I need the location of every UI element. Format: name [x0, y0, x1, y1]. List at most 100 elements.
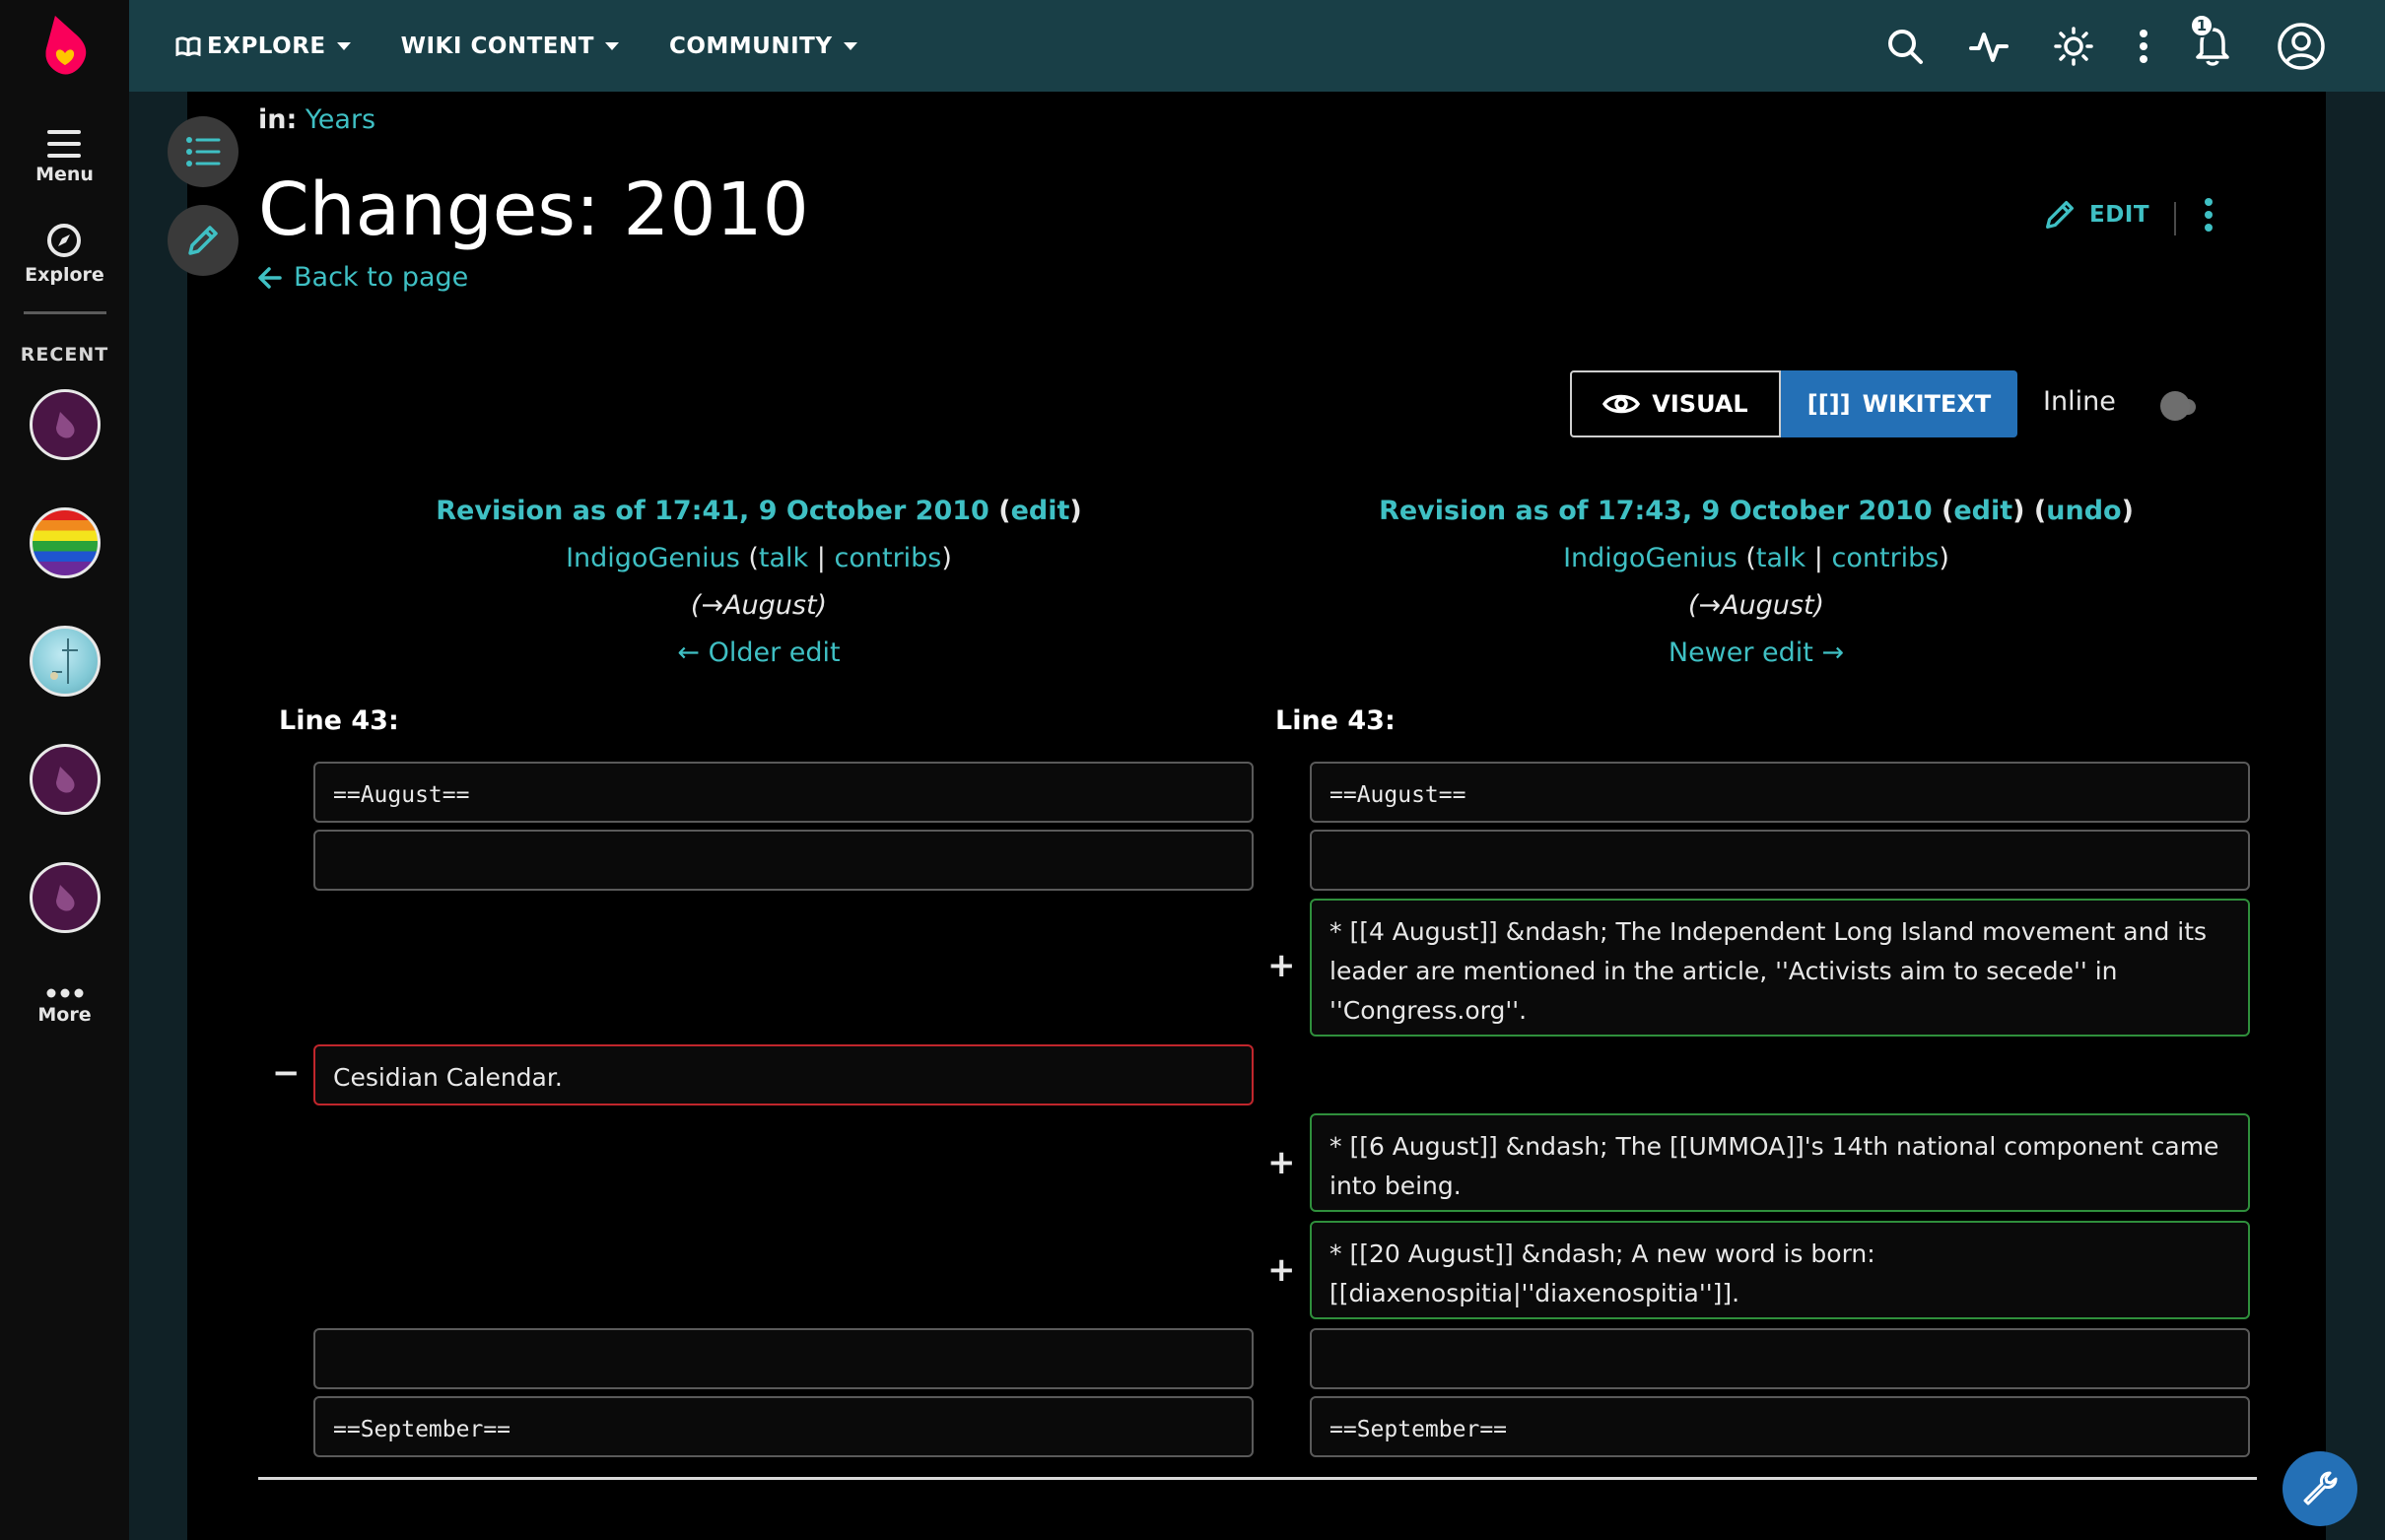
table-of-contents-button[interactable] [168, 116, 238, 187]
compass-icon [47, 224, 82, 257]
visual-mode-button[interactable]: VISUAL [1570, 370, 1781, 437]
new-revision-link[interactable]: Revision as of 17:43, 9 October 2010 [1379, 496, 1933, 526]
context-line-old: ==August== [313, 762, 1254, 823]
activity-icon [1969, 32, 2009, 62]
old-revision-header: Revision as of 17:41, 9 October 2010 (ed… [266, 488, 1252, 677]
new-revision-contribs-link[interactable]: contribs [1832, 543, 1940, 573]
pencil-icon [2046, 201, 2074, 229]
user-icon [2278, 22, 2325, 70]
old-revision-title-row: Revision as of 17:41, 9 October 2010 (ed… [436, 496, 1082, 526]
new-revision-edit-link[interactable]: edit [1953, 496, 2012, 526]
wikitext-mode-button[interactable]: [[]] WIKITEXT [1781, 370, 2017, 437]
wikitext-mode-label: WIKITEXT [1862, 390, 1992, 418]
caret-down-icon [843, 41, 857, 50]
activity-button[interactable] [1969, 29, 2009, 64]
nav-community-label: COMMUNITY [668, 33, 833, 59]
nav-explore[interactable]: EXPLORE [175, 33, 352, 59]
category-breadcrumb: in: Years [258, 104, 375, 135]
community-header: EXPLORE WIKI CONTENT COMMUNITY 1 [129, 0, 2385, 92]
back-to-page-label: Back to page [294, 262, 469, 293]
book-icon [175, 35, 201, 56]
added-line-marker: + [1267, 1143, 1296, 1182]
user-account-button[interactable] [2277, 22, 2326, 71]
explore-button[interactable]: Explore [25, 223, 104, 286]
old-revision-link[interactable]: Revision as of 17:41, 9 October 2010 [436, 496, 989, 526]
inline-toggle-switch[interactable] [2160, 391, 2198, 421]
wiki-avatar-icon [55, 412, 74, 438]
edit-page-float-button[interactable] [168, 205, 238, 276]
wiki-avatar-icon [49, 638, 78, 684]
wiki-avatar-icon [55, 767, 74, 793]
new-line-number: Line 43: [1275, 705, 1396, 736]
more-options-button[interactable] [2139, 29, 2148, 64]
header-actions: 1 [1841, 13, 2326, 71]
old-revision-user-link[interactable]: IndigoGenius [566, 543, 740, 573]
wiki-navigation: EXPLORE WIKI CONTENT COMMUNITY [175, 33, 908, 59]
toc-icon [186, 137, 221, 167]
pencil-icon [188, 226, 218, 255]
caret-down-icon [336, 41, 351, 50]
kebab-icon [2205, 198, 2213, 232]
nav-explore-label: EXPLORE [207, 33, 326, 59]
recent-wiki-avatar[interactable] [29, 744, 101, 815]
notifications-button[interactable]: 1 [2190, 13, 2231, 67]
fandom-logo-icon[interactable] [37, 14, 93, 79]
old-revision-edit-link[interactable]: edit [1011, 496, 1070, 526]
wiki-avatar-icon [55, 885, 74, 911]
arrow-left-icon [258, 266, 282, 289]
category-link[interactable]: Years [306, 104, 375, 135]
newer-edit-link[interactable]: Newer edit → [1669, 637, 1844, 668]
removed-line-marker: − [272, 1053, 301, 1093]
context-line-new [1310, 1328, 2250, 1389]
search-icon [1888, 29, 1923, 64]
toggle-knob [2160, 391, 2190, 421]
added-line: * [[4 August]] &ndash; The Independent L… [1310, 899, 2250, 1037]
more-button[interactable]: More [37, 988, 92, 1026]
menu-icon [47, 130, 82, 158]
added-line: * [[20 August]] &ndash; A new word is bo… [1310, 1221, 2250, 1319]
old-revision-user-row: IndigoGenius (talk | contribs) [566, 543, 952, 573]
menu-button[interactable]: Menu [35, 130, 94, 185]
edit-button[interactable]: EDIT [2042, 197, 2149, 233]
old-line-number: Line 43: [279, 705, 399, 736]
tools-floating-button[interactable] [2283, 1451, 2357, 1526]
action-divider [2174, 202, 2176, 235]
recent-wikis-list [29, 389, 101, 933]
diff-bottom-divider [258, 1477, 2257, 1480]
in-label: in: [258, 104, 298, 135]
added-line: * [[6 August]] &ndash; The [[UMMOA]]'s 1… [1310, 1113, 2250, 1212]
inline-toggle-label: Inline [2043, 386, 2116, 417]
nav-community[interactable]: COMMUNITY [669, 33, 858, 59]
nav-wiki-content[interactable]: WIKI CONTENT [401, 33, 620, 59]
recent-heading: RECENT [20, 344, 109, 366]
new-revision-talk-link[interactable]: talk [1756, 543, 1806, 573]
new-revision-header: Revision as of 17:43, 9 October 2010 (ed… [1263, 488, 2249, 677]
removed-line: Cesidian Calendar. [313, 1044, 1254, 1105]
added-line-marker: + [1267, 1250, 1296, 1290]
new-revision-user-link[interactable]: IndigoGenius [1563, 543, 1738, 573]
old-revision-contribs-link[interactable]: contribs [835, 543, 942, 573]
diff-view-mode-group: VISUAL [[]] WIKITEXT [1570, 370, 2017, 437]
page-actions-more-button[interactable] [2204, 197, 2214, 236]
old-revision-talk-link[interactable]: talk [759, 543, 808, 573]
more-label: More [37, 1004, 92, 1026]
global-navigation-rail: Menu Explore RECENT More [0, 0, 129, 1540]
recent-wiki-avatar[interactable] [29, 389, 101, 460]
context-line-old [313, 1328, 1254, 1389]
old-revision-summary: (→August) [690, 590, 828, 621]
recent-wiki-avatar[interactable] [29, 507, 101, 578]
new-revision-undo-link[interactable]: undo [2046, 496, 2121, 526]
context-line-old [313, 830, 1254, 891]
edit-label: EDIT [2089, 202, 2150, 228]
kebab-icon [2140, 29, 2147, 63]
older-edit-link[interactable]: ← Older edit [677, 637, 840, 668]
new-revision-summary: (→August) [1687, 590, 1825, 621]
page-title: Changes: 2010 [258, 167, 809, 252]
recent-wiki-avatar[interactable] [29, 862, 101, 933]
theme-toggle-button[interactable] [2054, 26, 2093, 66]
search-button[interactable] [1886, 28, 1924, 65]
context-line-old: ==September== [313, 1396, 1254, 1457]
caret-down-icon [604, 41, 619, 50]
back-to-page-link[interactable]: Back to page [258, 262, 468, 293]
recent-wiki-avatar[interactable] [29, 626, 101, 697]
